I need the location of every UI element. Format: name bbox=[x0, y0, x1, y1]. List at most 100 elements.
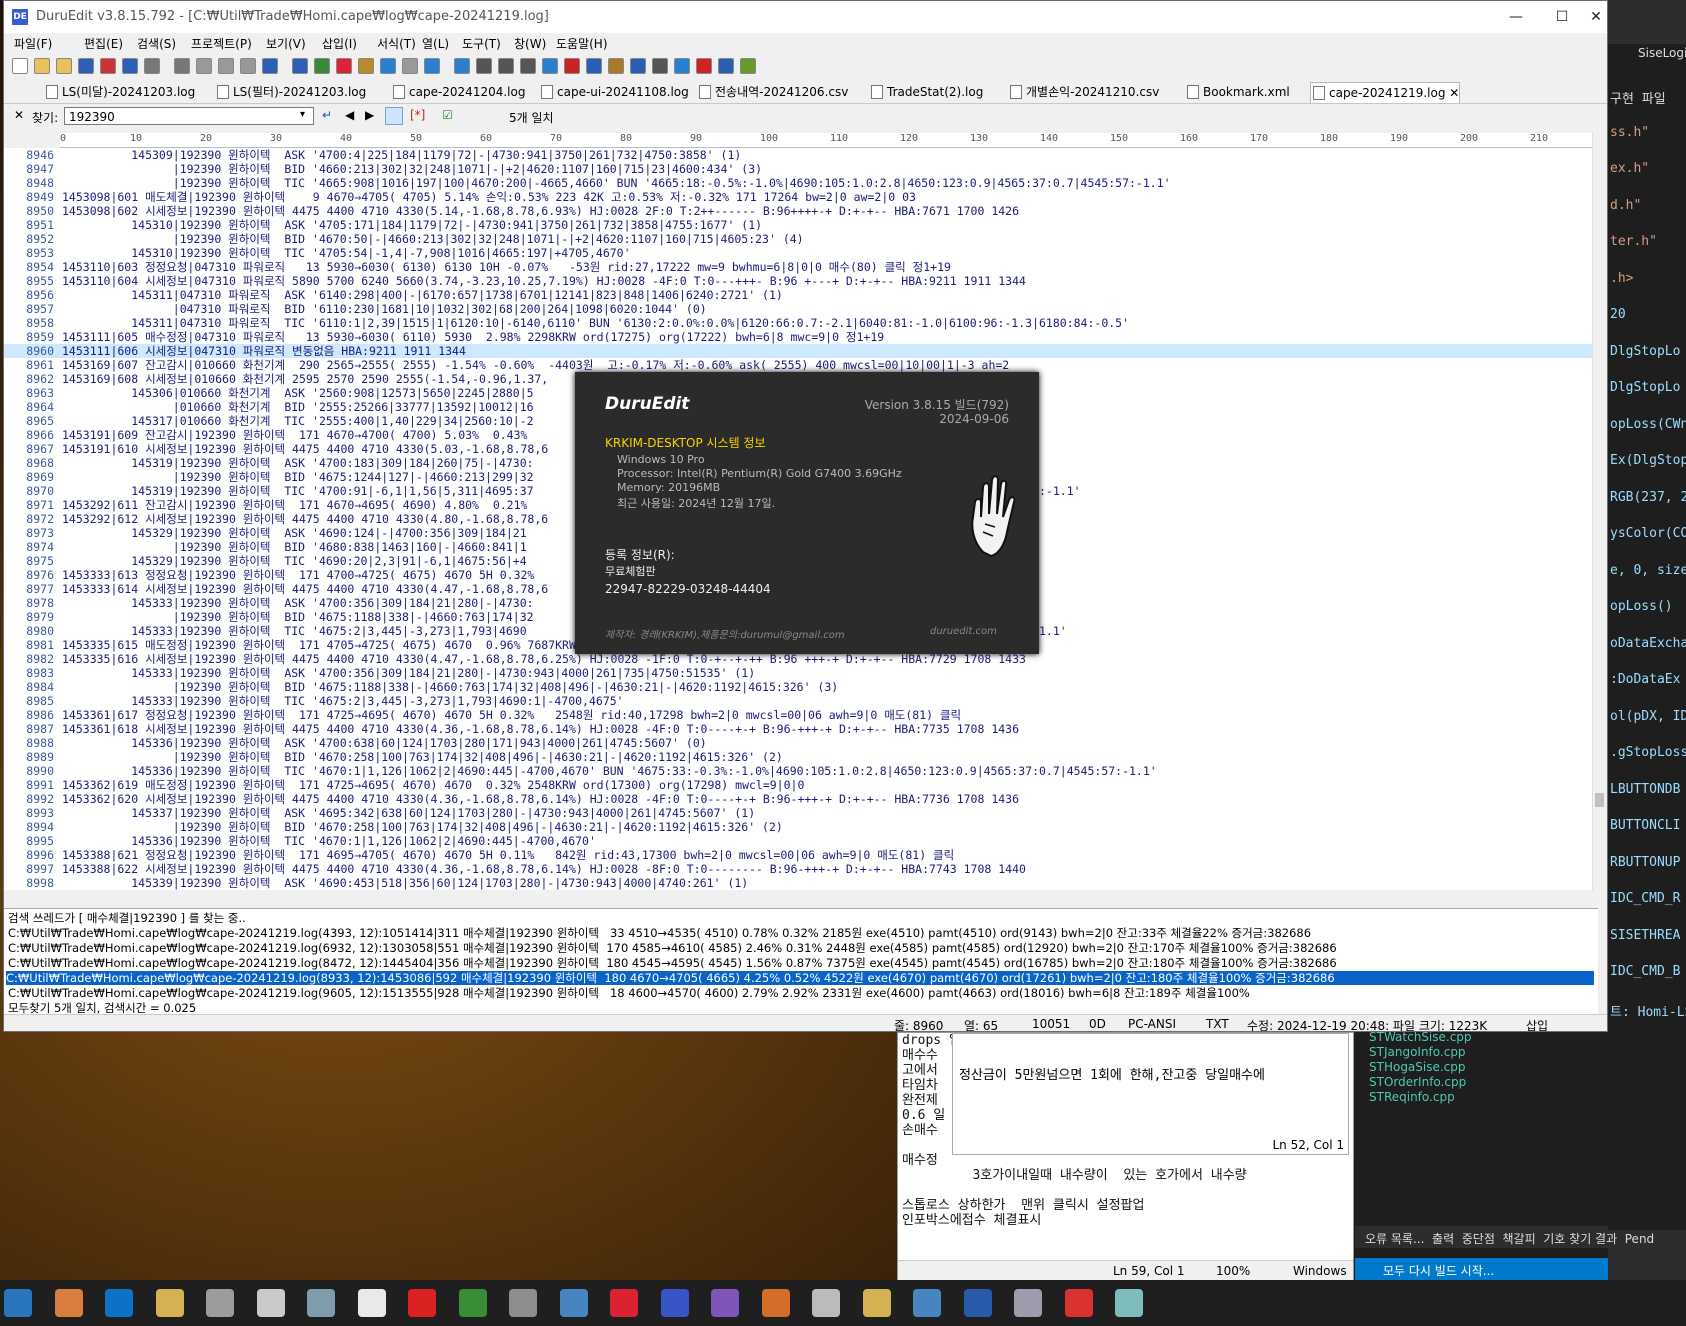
editor-line[interactable]: 8986 1453361|617 정정요청|192390 윈하이텍 171 472… bbox=[4, 708, 1598, 722]
outdent-icon[interactable] bbox=[454, 58, 470, 74]
tab[interactable]: cape-20241219.log ✕ bbox=[1310, 82, 1461, 103]
tab[interactable]: cape-ui-20241108.log bbox=[539, 82, 689, 102]
search-result-row[interactable]: C:₩Util₩Trade₩Homi.cape₩log₩cape-2024121… bbox=[8, 956, 1596, 970]
editor-line[interactable]: 8948 |192390 윈하이텍 TIC '4665:908|1016|197… bbox=[4, 176, 1598, 190]
editor-line[interactable]: 8990 145336|192390 윈하이텍 TIC '4670:1|1,12… bbox=[4, 764, 1598, 778]
save-icon[interactable] bbox=[78, 58, 94, 74]
editor-line[interactable]: 8957 |047310 파워로직 BID '6110:230|1681|10|… bbox=[4, 302, 1598, 316]
output-tabs[interactable]: 오류 목록... 출력 중단점 책갈피 기호 찾기 결과 Pend bbox=[1355, 1226, 1654, 1248]
menu-item[interactable]: 보기(V) bbox=[266, 35, 306, 52]
visual-studio-icon[interactable] bbox=[711, 1289, 739, 1317]
editor-line[interactable]: 8997 1453388|622 시세정보|192390 윈하이텍 4475 44… bbox=[4, 862, 1598, 876]
lock-icon[interactable] bbox=[812, 1289, 840, 1317]
editor-line[interactable]: 8958 145311|047310 파워로직 TIC '6110:1|2,39… bbox=[4, 316, 1598, 330]
editor-line[interactable]: 8950 1453098|602 시세정보|192390 윈하이텍 4475 44… bbox=[4, 204, 1598, 218]
menu-item[interactable]: 편집(E) bbox=[84, 35, 123, 52]
cube2-icon[interactable] bbox=[1014, 1289, 1042, 1317]
editor-line[interactable]: 8995 145336|192390 윈하이텍 TIC '4670:1|1,12… bbox=[4, 834, 1598, 848]
duruedit-icon[interactable] bbox=[660, 1289, 689, 1317]
close-find-icon[interactable]: ✕ bbox=[14, 108, 24, 122]
find-enter-icon[interactable]: ↵ bbox=[322, 108, 332, 122]
stripe-icon[interactable] bbox=[1064, 1289, 1093, 1317]
solution-file-item[interactable]: STWatchSise.cpp bbox=[1369, 1030, 1472, 1044]
save-all-icon[interactable] bbox=[122, 58, 138, 74]
editor-line[interactable]: 8952 |192390 윈하이텍 BID '4670:50|-|4660:21… bbox=[4, 232, 1598, 246]
calendar-icon[interactable] bbox=[357, 1289, 386, 1317]
search-result-row[interactable]: C:₩Util₩Trade₩Homi.cape₩log₩cape-2024121… bbox=[8, 941, 1596, 955]
ide-tab-title[interactable]: SiseLogic bbox=[1638, 46, 1686, 60]
pen-icon[interactable] bbox=[1115, 1289, 1143, 1317]
hex-icon[interactable] bbox=[520, 58, 536, 74]
search-result-row[interactable]: C:₩Util₩Trade₩Homi.cape₩log₩cape-2024121… bbox=[8, 926, 1596, 940]
editor-line[interactable]: 8998 145339|192390 윈하이텍 ASK '4690:453|51… bbox=[4, 876, 1598, 890]
solution-file-item[interactable]: STHogaSise.cpp bbox=[1369, 1060, 1466, 1074]
editor-line[interactable]: 8953 145310|192390 윈하이텍 TIC '4705:54|-1,… bbox=[4, 246, 1598, 260]
editor-line[interactable]: 8982 1453335|616 시세정보|192390 윈하이텍 4475 44… bbox=[4, 652, 1598, 666]
editor-line[interactable]: 8955 1453110|604 시세정보|047310 파워로직 5890 57… bbox=[4, 274, 1598, 288]
editor-line[interactable]: 8985 145333|192390 윈하이텍 TIC '4675:2|3,44… bbox=[4, 694, 1598, 708]
search-results-pane[interactable]: 검색 쓰레드가 [ 매수체결|192390 ] 를 찾는 중.. C:₩Util… bbox=[4, 908, 1598, 1015]
editor-line[interactable]: 8956 145311|047310 파워로직 ASK '6140:298|40… bbox=[4, 288, 1598, 302]
menu-item[interactable]: 파일(F) bbox=[14, 35, 52, 52]
bookmark-icon[interactable] bbox=[358, 58, 374, 74]
replace-icon[interactable] bbox=[292, 58, 308, 74]
qb-icon[interactable] bbox=[559, 1289, 588, 1317]
find-input[interactable]: 192390 bbox=[64, 107, 314, 125]
tab[interactable]: Bookmark.xml bbox=[1185, 82, 1290, 102]
menu-item[interactable]: 창(W) bbox=[514, 35, 546, 52]
monitor-icon[interactable] bbox=[913, 1289, 941, 1317]
store-icon[interactable] bbox=[206, 1289, 234, 1317]
editor-line[interactable]: 8960 1453111|606 시세정보|047310 파워로직 변동없음 HB… bbox=[4, 344, 1598, 358]
tab[interactable]: cape-20241204.log bbox=[391, 82, 525, 102]
editor-line[interactable]: 8949 1453098|601 매도체결|192390 윈하이텍 9 4670→… bbox=[4, 190, 1598, 204]
plugin-icon[interactable] bbox=[740, 58, 756, 74]
tool-icon[interactable] bbox=[608, 58, 624, 74]
editor-line[interactable]: 8991 1453362|619 매도정정|192390 윈하이텍 171 472… bbox=[4, 778, 1598, 792]
redo-icon[interactable] bbox=[336, 58, 352, 74]
cube-icon[interactable] bbox=[307, 1289, 335, 1317]
menu-item[interactable]: 검색(S) bbox=[137, 35, 176, 52]
editor-line[interactable]: 8996 1453388|621 정정요청|192390 윈하이텍 171 469… bbox=[4, 848, 1598, 862]
editor-line[interactable]: 8989 |192390 윈하이텍 BID '4670:258|100|763|… bbox=[4, 750, 1598, 764]
paste-icon[interactable] bbox=[240, 58, 256, 74]
about-license-key[interactable]: 22947-82229-03248-44404 bbox=[605, 582, 771, 596]
netflix-icon[interactable] bbox=[408, 1289, 436, 1317]
edge-icon[interactable] bbox=[105, 1289, 133, 1317]
wrap-icon[interactable] bbox=[476, 58, 492, 74]
pin-icon[interactable] bbox=[718, 58, 734, 74]
copy-icon[interactable] bbox=[218, 58, 234, 74]
find-icon[interactable] bbox=[262, 58, 278, 74]
editor-line[interactable]: 8992 1453362|620 시세정보|192390 윈하이텍 4475 44… bbox=[4, 792, 1598, 806]
editor-line[interactable]: 8994 |192390 윈하이텍 BID '4670:258|100|763|… bbox=[4, 820, 1598, 834]
cut-icon[interactable] bbox=[196, 58, 212, 74]
tab[interactable]: 개별손익-20241210.csv bbox=[1008, 82, 1159, 102]
notepad-inner-text[interactable]: 정산금이 5만원넘으면 1회에 한해,잔고중 당일매수에 bbox=[959, 1064, 1273, 1083]
settings-icon[interactable] bbox=[652, 58, 668, 74]
maximize-button[interactable]: ☐ bbox=[1539, 1, 1585, 33]
column-icon[interactable] bbox=[498, 58, 514, 74]
highlight-toggle-icon[interactable] bbox=[385, 107, 403, 125]
vertical-scrollbar[interactable] bbox=[1592, 133, 1607, 890]
close-button[interactable]: ✕ bbox=[1585, 1, 1607, 33]
status-insert-mode[interactable]: 삽입 bbox=[1526, 1017, 1548, 1031]
solution-file-item[interactable]: STJangoInfo.cpp bbox=[1369, 1045, 1466, 1059]
about-dialog[interactable]: DuruEdit Version 3.8.15 빌드(792) 2024-09-… bbox=[575, 372, 1039, 654]
search-result-row[interactable]: C:₩Util₩Trade₩Homi.cape₩log₩cape-2024121… bbox=[6, 971, 1594, 985]
menu-item[interactable]: 열(L) bbox=[422, 35, 449, 52]
menu-item[interactable]: 도구(T) bbox=[462, 35, 501, 52]
user-icon[interactable] bbox=[256, 1289, 285, 1317]
hs-icon[interactable] bbox=[458, 1289, 487, 1317]
checkbox-option-icon[interactable]: ☑ bbox=[442, 108, 453, 122]
open-file-icon[interactable] bbox=[34, 58, 50, 74]
menu-item[interactable]: 서식(T) bbox=[377, 35, 416, 52]
editor-line[interactable]: 8959 1453111|605 매수정정|047310 파워로직 13 5930… bbox=[4, 330, 1598, 344]
l-icon[interactable] bbox=[963, 1289, 992, 1317]
fire-icon[interactable] bbox=[761, 1289, 790, 1317]
open-folder-icon[interactable] bbox=[56, 58, 72, 74]
editor-line[interactable]: 8946 145309|192390 윈하이텍 ASK '4700:4|225|… bbox=[4, 148, 1598, 162]
menu-item[interactable]: 삽입(I) bbox=[322, 35, 357, 52]
status-filetype[interactable]: TXT bbox=[1206, 1017, 1229, 1031]
solution-file-item[interactable]: STReqinfo.cpp bbox=[1369, 1090, 1455, 1104]
regex-icon[interactable]: [*] bbox=[410, 108, 425, 122]
bolt-icon[interactable] bbox=[862, 1289, 891, 1317]
